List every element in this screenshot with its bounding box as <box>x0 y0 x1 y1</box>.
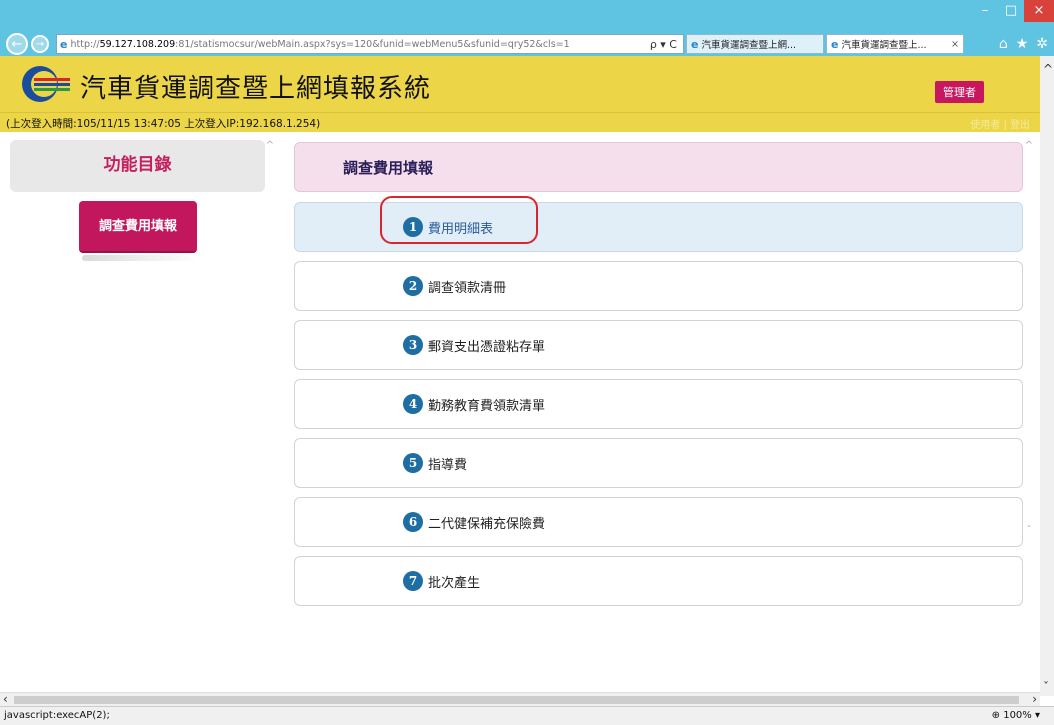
close-icon[interactable]: × <box>1024 0 1054 22</box>
page-title: 調查費用填報 <box>294 142 1023 192</box>
list-item[interactable]: 3 郵資支出憑證粘存單 <box>294 320 1023 370</box>
list-item[interactable]: 5 指導費 <box>294 438 1023 488</box>
sidebar-item-survey-fee[interactable]: 調查費用填報 <box>79 201 197 253</box>
menu-button-shadow <box>82 255 198 261</box>
page-horizontal-scrollbar[interactable]: ‹ › <box>0 692 1040 706</box>
minimize-icon[interactable]: – <box>972 0 998 22</box>
number-5-icon: 5 <box>403 453 423 473</box>
forward-button[interactable]: → <box>31 35 49 53</box>
url-host: 59.127.108.209 <box>99 38 176 50</box>
number-3-icon: 3 <box>403 335 423 355</box>
list-item[interactable]: 6 二代健保補充保險費 <box>294 497 1023 547</box>
list-item[interactable]: 7 批次產生 <box>294 556 1023 606</box>
sidebar: 功能目錄 調查費用填報 ^ <box>10 140 276 692</box>
home-icon[interactable]: ⌂ <box>999 36 1008 52</box>
content-scroll-icon[interactable]: ^ ˇ <box>1023 140 1035 610</box>
list-item[interactable]: 2 調查領款清冊 <box>294 261 1023 311</box>
back-arrow-icon: ← <box>11 36 23 52</box>
number-7-icon: 7 <box>403 571 423 591</box>
settings-gear-icon[interactable]: ✲ <box>1036 36 1048 52</box>
window-controls: – □ × <box>972 0 1054 24</box>
main-content: 調查費用填報 1 費用明細表 2 調查領款清冊 3 郵資支出憑證粘存單 4 勤務… <box>290 140 1037 692</box>
sidebar-scroll-up-icon[interactable]: ^ <box>264 140 276 692</box>
ie-page-icon: e <box>60 37 68 51</box>
search-refresh-icons[interactable]: ρ ▾ C <box>650 38 683 51</box>
page-vertical-scrollbar[interactable]: ^ ˇ <box>1040 56 1054 696</box>
site-logo-icon <box>22 66 70 102</box>
back-button[interactable]: ← <box>6 33 28 55</box>
scroll-left-icon[interactable]: ‹ <box>3 692 8 706</box>
zoom-icon: ⊕ <box>991 710 1004 721</box>
maximize-icon[interactable]: □ <box>998 0 1024 22</box>
site-title: 汽車貨運調查暨上網填報系統 <box>80 74 432 104</box>
favorites-star-icon[interactable]: ★ <box>1016 36 1029 52</box>
item-label: 調查領款清冊 <box>428 280 507 296</box>
user-links[interactable]: 使用者 | 登出 <box>970 116 1030 131</box>
browser-tab-1[interactable]: e 汽車貨運調查暨上網... <box>686 34 824 54</box>
navigation-row: ← → e http://59.127.108.209:81/statismoc… <box>6 33 1054 55</box>
scroll-down-icon[interactable]: ˇ <box>1043 680 1049 694</box>
last-login-text: (上次登入時間:105/11/15 13:47:05 上次登入IP:192.16… <box>6 118 321 130</box>
status-bar: javascript:execAP(2); ⊕ 100% ▾ <box>0 706 1054 725</box>
browser-chrome: – □ × ← → e http://59.127.108.209:81/sta… <box>0 0 1054 56</box>
item-label: 勤務教育費領款清單 <box>428 398 546 414</box>
scroll-up-icon[interactable]: ^ <box>1043 62 1053 76</box>
zoom-control[interactable]: ⊕ 100% ▾ <box>992 710 1040 721</box>
login-info-bar: (上次登入時間:105/11/15 13:47:05 上次登入IP:192.16… <box>0 112 1040 132</box>
site-header: 汽車貨運調查暨上網填報系統 管理者 <box>0 56 1040 112</box>
ie-tab-icon: e <box>691 37 699 51</box>
browser-tab-2[interactable]: e 汽車貨運調查暨上... × <box>826 34 964 54</box>
url-rest: :81/statismocsur/webMain.aspx?sys=120&fu… <box>175 38 570 50</box>
item-label: 批次產生 <box>428 575 481 591</box>
item-label: 二代健保補充保險費 <box>428 516 546 532</box>
number-6-icon: 6 <box>403 512 423 532</box>
tab-close-icon[interactable]: × <box>951 39 959 50</box>
list-item[interactable]: 4 勤務教育費領款清單 <box>294 379 1023 429</box>
ie-tab-icon: e <box>831 37 839 51</box>
tab-title: 汽車貨運調查暨上... <box>841 40 927 51</box>
number-2-icon: 2 <box>403 276 423 296</box>
admin-button[interactable]: 管理者 <box>935 81 984 103</box>
status-text: javascript:execAP(2); <box>4 710 110 721</box>
zoom-level: 100% <box>1003 710 1032 721</box>
address-bar[interactable]: e http://59.127.108.209:81/statismocsur/… <box>56 34 684 54</box>
forward-arrow-icon: → <box>35 38 45 50</box>
scrollbar-thumb[interactable] <box>14 696 1019 704</box>
number-4-icon: 4 <box>403 394 423 414</box>
item-label: 郵資支出憑證粘存單 <box>428 339 546 355</box>
scroll-right-icon[interactable]: › <box>1032 692 1037 706</box>
sidebar-title: 功能目錄 <box>10 140 265 192</box>
browser-toolbar-icons: ⌂ ★ ✲ <box>999 36 1048 52</box>
highlight-circle <box>380 196 538 244</box>
item-label: 指導費 <box>428 457 468 473</box>
url-prefix: http:// <box>70 38 100 50</box>
tab-title: 汽車貨運調查暨上網... <box>701 40 797 51</box>
